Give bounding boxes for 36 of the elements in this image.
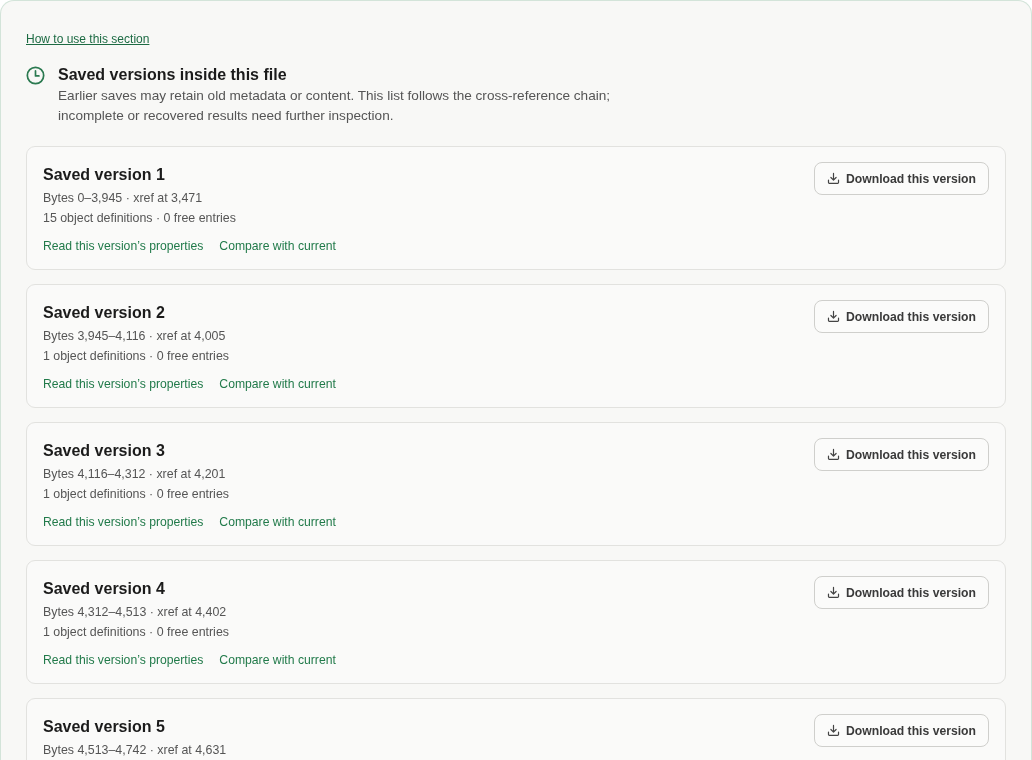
download-icon — [826, 724, 840, 737]
version-link[interactable]: Read this version’s properties — [43, 238, 204, 254]
version-title: Saved version 4 — [43, 579, 166, 599]
version-link[interactable]: Compare with current — [219, 514, 336, 530]
version-link[interactable]: Compare with current — [219, 238, 336, 254]
object-count-text: 1 object definitions · 0 free entries — [43, 348, 230, 365]
object-count-text: 1 object definitions · 0 free entries — [43, 624, 230, 641]
download-button[interactable]: Download this version — [813, 300, 989, 333]
byte-range-text: Bytes 4,513–4,742 · xref at 4,631 — [43, 742, 227, 759]
download-button[interactable]: Download this version — [813, 576, 989, 609]
download-icon — [826, 586, 840, 599]
section-description: Earlier saves may retain old metadata or content. This list follows the cross-reference chain; incomplete or recovered results need further inspection. — [58, 87, 612, 125]
byte-range-text: Bytes 4,116–4,312 · xref at 4,201 — [43, 466, 227, 483]
version-link[interactable]: Read this version’s properties — [43, 376, 204, 392]
version-link[interactable]: Compare with current — [219, 376, 336, 392]
byte-range-text: Bytes 4,312–4,513 · xref at 4,402 — [43, 604, 228, 621]
download-icon — [826, 172, 840, 185]
download-button[interactable]: Download this version — [813, 162, 989, 195]
byte-range-text: Bytes 0–3,945 · xref at 3,471 — [43, 190, 204, 207]
version-link[interactable]: Read this version’s properties — [43, 652, 204, 668]
download-button[interactable]: Download this version — [813, 714, 989, 747]
version-title: Saved version 3 — [43, 441, 166, 461]
download-icon — [826, 310, 840, 323]
version-link[interactable]: Read this version’s properties — [43, 514, 204, 530]
object-count-text: 15 object definitions · 0 free entries — [43, 210, 237, 227]
download-icon — [826, 448, 840, 461]
version-title: Saved version 5 — [43, 717, 166, 737]
clock-icon — [26, 66, 45, 85]
version-title: Saved version 1 — [43, 165, 166, 185]
help-link[interactable]: How to use this section — [26, 32, 150, 46]
version-link[interactable]: Compare with current — [219, 652, 336, 668]
object-count-text: 1 object definitions · 0 free entries — [43, 486, 230, 503]
byte-range-text: Bytes 3,945–4,116 · xref at 4,005 — [43, 328, 227, 345]
section-title: Saved versions inside this file — [58, 65, 288, 85]
download-button[interactable]: Download this version — [813, 438, 989, 471]
version-title: Saved version 2 — [43, 303, 166, 323]
